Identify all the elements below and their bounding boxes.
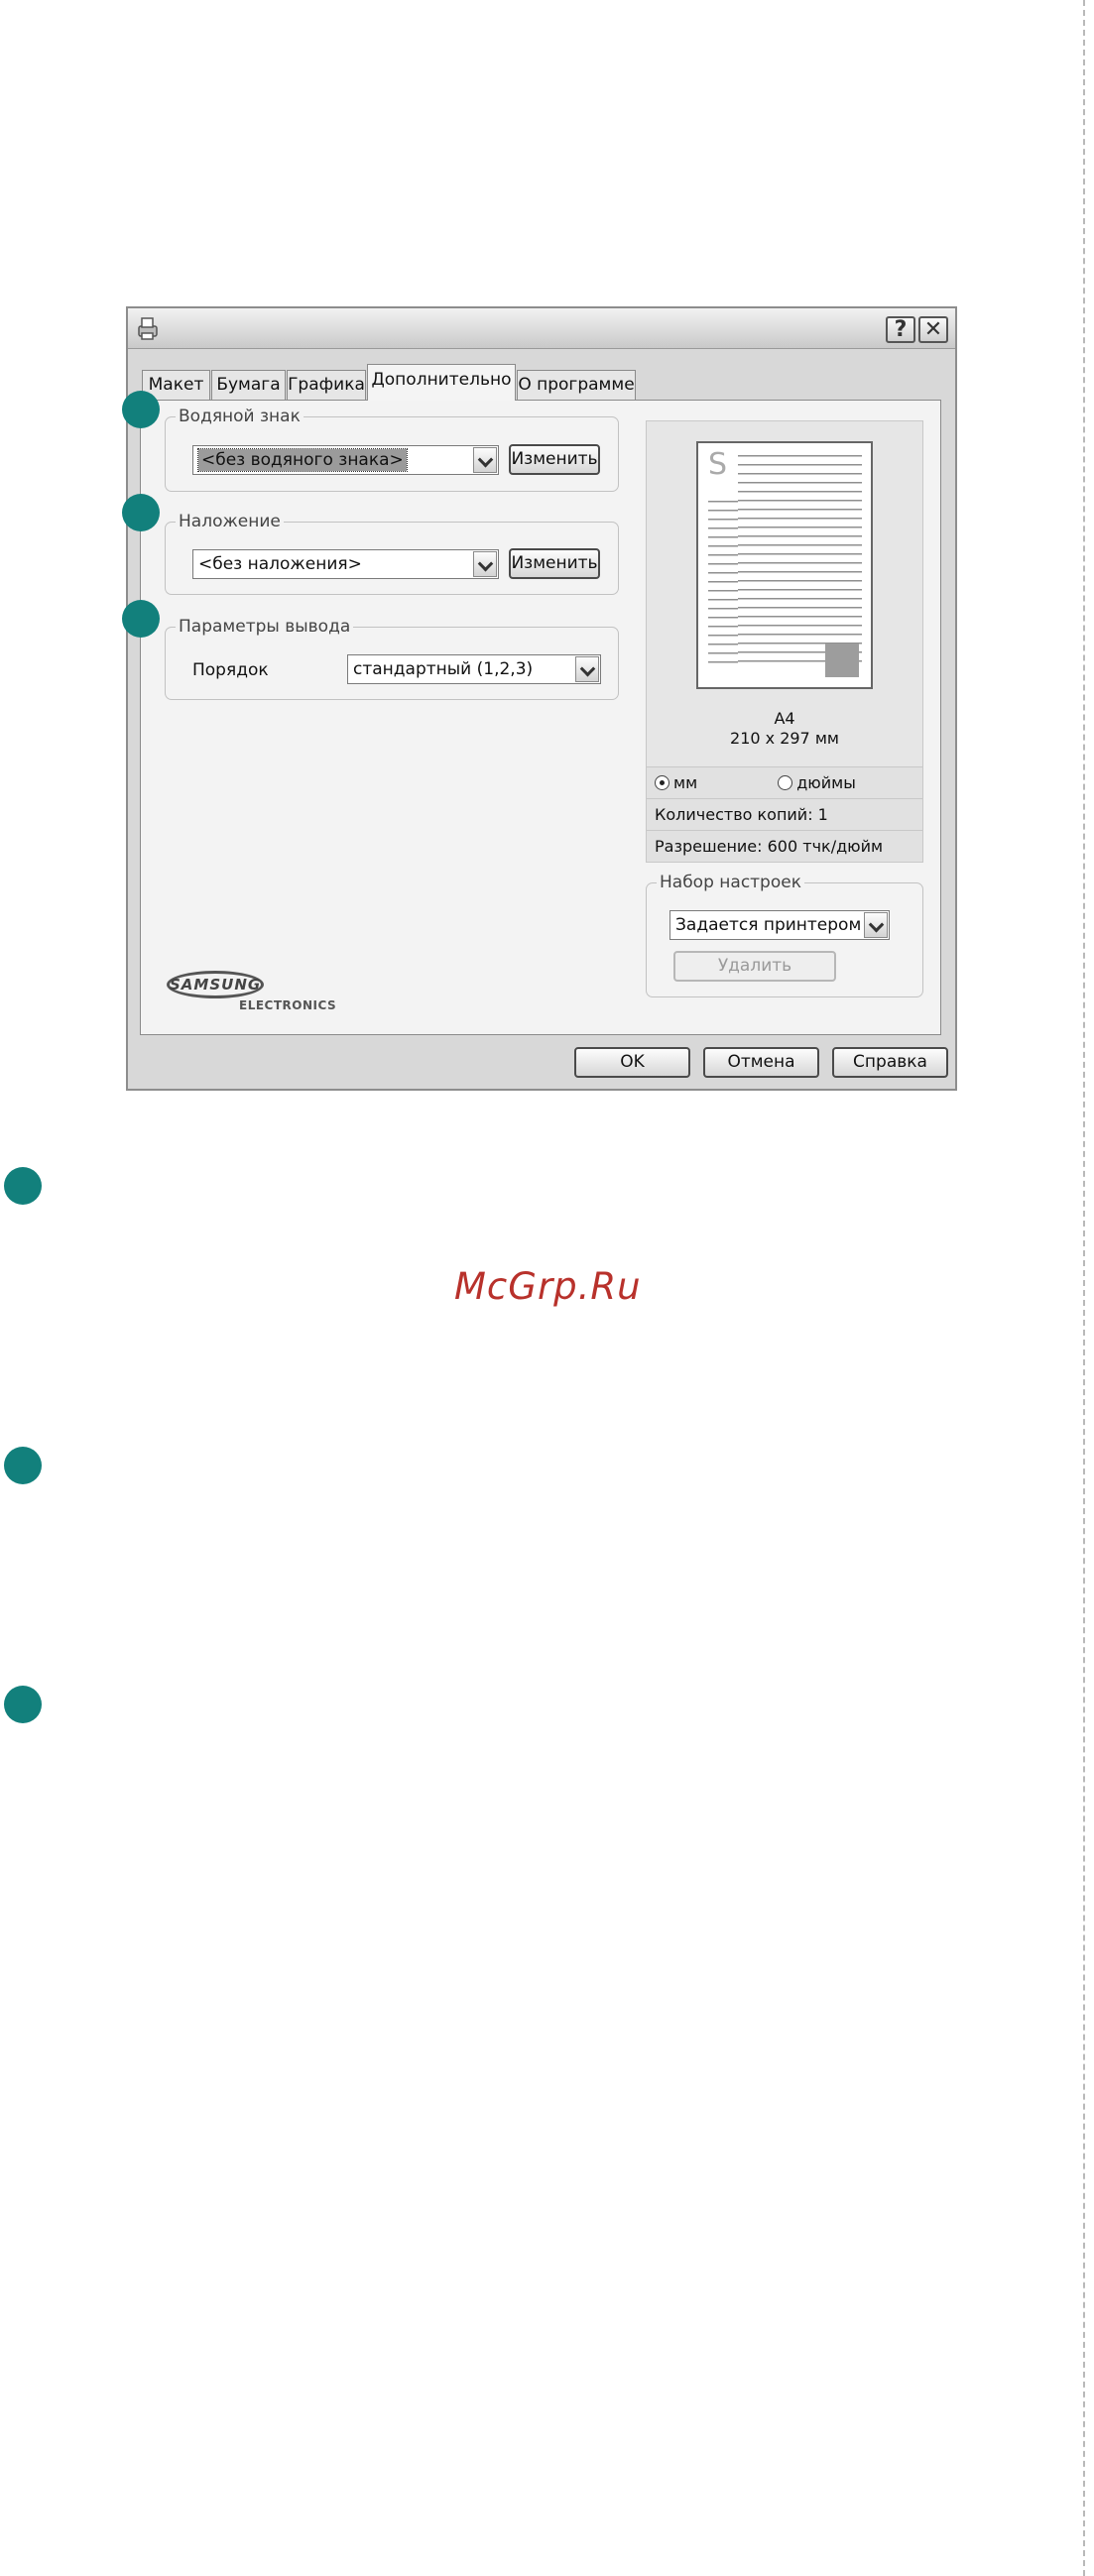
section-marker-1	[4, 1167, 42, 1205]
title-bar: ? ✕	[128, 308, 955, 349]
overlay-legend: Наложение	[179, 512, 281, 531]
help-title-button[interactable]: ?	[886, 316, 915, 343]
page-preview-panel: S A4 210 x 297 мм мм дюймы Количество ко…	[646, 420, 923, 863]
chevron-down-icon[interactable]	[864, 912, 888, 938]
watermark-select[interactable]: <без водяного знака>	[192, 445, 499, 475]
overlay-select-value: <без наложения>	[198, 554, 362, 574]
chevron-down-icon[interactable]	[575, 656, 599, 682]
page-letter: S	[708, 447, 728, 482]
tab-extras[interactable]: Дополнительно	[367, 364, 516, 401]
printer-properties-dialog: ? ✕ Макет Бумага Графика Дополнительно О…	[126, 306, 957, 1091]
callout-marker-2	[122, 494, 160, 531]
tab-about[interactable]: О программе	[517, 370, 636, 400]
cancel-button[interactable]: Отмена	[703, 1047, 819, 1078]
section-marker-3	[4, 1686, 42, 1723]
section-marker-2	[4, 1447, 42, 1484]
page-thumbnail: S	[696, 441, 873, 689]
unit-mm-label: мм	[673, 773, 698, 792]
watermark-select-value: <без водяного знака>	[197, 448, 408, 472]
overlay-select[interactable]: <без наложения>	[192, 549, 499, 579]
order-select-value: стандартный (1,2,3)	[353, 659, 534, 679]
watermark-legend: Водяной знак	[179, 407, 301, 426]
callout-marker-3	[122, 600, 160, 638]
resolution-row: Разрешение: 600 тчк/дюйм	[647, 830, 922, 862]
chevron-down-icon[interactable]	[473, 551, 497, 577]
presets-select[interactable]: Задается принтером	[669, 910, 890, 940]
tab-paper[interactable]: Бумага	[211, 370, 286, 400]
unit-inches-option[interactable]: дюймы	[778, 773, 856, 792]
paper-name: A4	[774, 709, 795, 728]
resolution-text: Разрешение: 600 тчк/дюйм	[655, 837, 884, 856]
image-block-graphic	[825, 644, 859, 677]
delete-preset-button[interactable]: Удалить	[673, 951, 836, 982]
chevron-down-icon[interactable]	[473, 447, 497, 473]
printer-icon	[138, 317, 158, 340]
site-watermark: McGrp.Ru	[454, 1265, 642, 1308]
radio-icon[interactable]	[778, 775, 793, 790]
text-lines-graphic	[738, 455, 862, 663]
output-options-legend: Параметры вывода	[179, 617, 351, 637]
page-cut-line	[1083, 0, 1085, 2576]
presets-select-value: Задается принтером	[675, 915, 862, 935]
ok-button[interactable]: OK	[574, 1047, 690, 1078]
unit-inches-label: дюймы	[796, 773, 856, 792]
close-title-button[interactable]: ✕	[918, 316, 948, 343]
units-row: мм дюймы	[647, 766, 922, 798]
presets-legend: Набор настроек	[660, 873, 801, 892]
extras-tab-panel: Водяной знак <без водяного знака> Измени…	[140, 400, 941, 1035]
callout-marker-1	[122, 391, 160, 428]
watermark-edit-button[interactable]: Изменить	[509, 444, 600, 475]
overlay-edit-button[interactable]: Изменить	[509, 548, 600, 579]
copies-text: Количество копий: 1	[655, 805, 828, 824]
help-button[interactable]: Справка	[832, 1047, 948, 1078]
samsung-logo: SAMSUNG ELECTRONICS	[167, 971, 336, 1012]
samsung-logo-sub: ELECTRONICS	[239, 998, 337, 1012]
text-lines-graphic-left	[708, 501, 738, 667]
order-select[interactable]: стандартный (1,2,3)	[347, 654, 601, 684]
radio-selected-icon[interactable]	[655, 775, 669, 790]
unit-mm-option[interactable]: мм	[655, 773, 697, 792]
copies-row: Количество копий: 1	[647, 798, 922, 830]
paper-size: 210 x 297 мм	[730, 729, 839, 748]
samsung-logo-mark: SAMSUNG	[167, 971, 264, 998]
tab-graphics[interactable]: Графика	[287, 370, 366, 400]
order-label: Порядок	[192, 660, 269, 680]
